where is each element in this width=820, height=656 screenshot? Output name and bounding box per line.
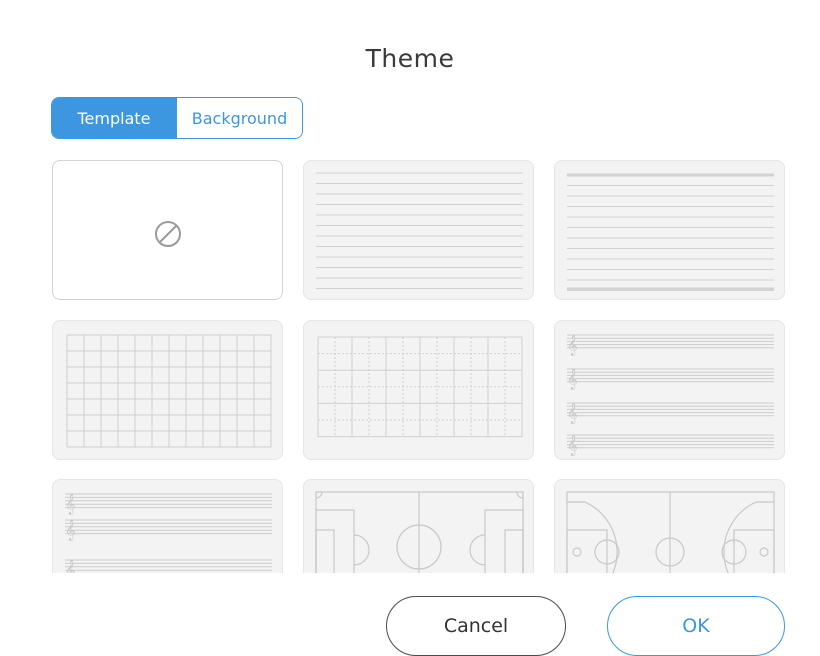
svg-text:𝄞: 𝄞: [567, 369, 578, 390]
template-grid: 𝄞 𝄞 𝄞 𝄞 𝄞 𝄞 𝄞: [0, 150, 820, 573]
svg-text:𝄞: 𝄞: [65, 520, 76, 541]
piano-staff-icon: 𝄞 𝄞 𝄞: [65, 493, 272, 573]
lined-paper-icon: [316, 172, 523, 289]
tab-background[interactable]: Background: [176, 98, 302, 138]
template-basketball-court[interactable]: [554, 479, 785, 573]
template-piano-staff[interactable]: 𝄞 𝄞 𝄞: [52, 479, 283, 573]
svg-text:𝄞: 𝄞: [567, 403, 578, 424]
svg-text:𝄞: 𝄞: [65, 494, 76, 515]
template-soccer-field[interactable]: [303, 479, 534, 573]
tab-segmented-control: Template Background: [51, 97, 303, 139]
grid-paper-icon: [66, 334, 272, 448]
svg-text:𝄞: 𝄞: [567, 335, 578, 356]
soccer-field-icon: [315, 491, 524, 573]
template-grid-paper[interactable]: [52, 320, 283, 460]
basketball-court-icon: [566, 491, 775, 573]
lined-paper-icon: [567, 173, 774, 291]
template-lined-thin[interactable]: [303, 160, 534, 300]
dialog-title: Theme: [365, 44, 455, 73]
template-lined-thick[interactable]: [554, 160, 785, 300]
svg-text:𝄞: 𝄞: [567, 435, 578, 456]
cancel-button[interactable]: Cancel: [386, 596, 566, 656]
template-music-staff[interactable]: 𝄞 𝄞 𝄞 𝄞: [554, 320, 785, 460]
template-dotted-grid[interactable]: [303, 320, 534, 460]
no-template-icon: [155, 221, 181, 247]
tab-template[interactable]: Template: [52, 98, 176, 138]
dotted-grid-icon: [317, 336, 523, 438]
template-none[interactable]: [52, 160, 283, 300]
ok-button[interactable]: OK: [607, 596, 785, 656]
music-staff-icon: 𝄞 𝄞 𝄞 𝄞: [567, 334, 774, 456]
svg-text:𝄞: 𝄞: [65, 560, 76, 573]
